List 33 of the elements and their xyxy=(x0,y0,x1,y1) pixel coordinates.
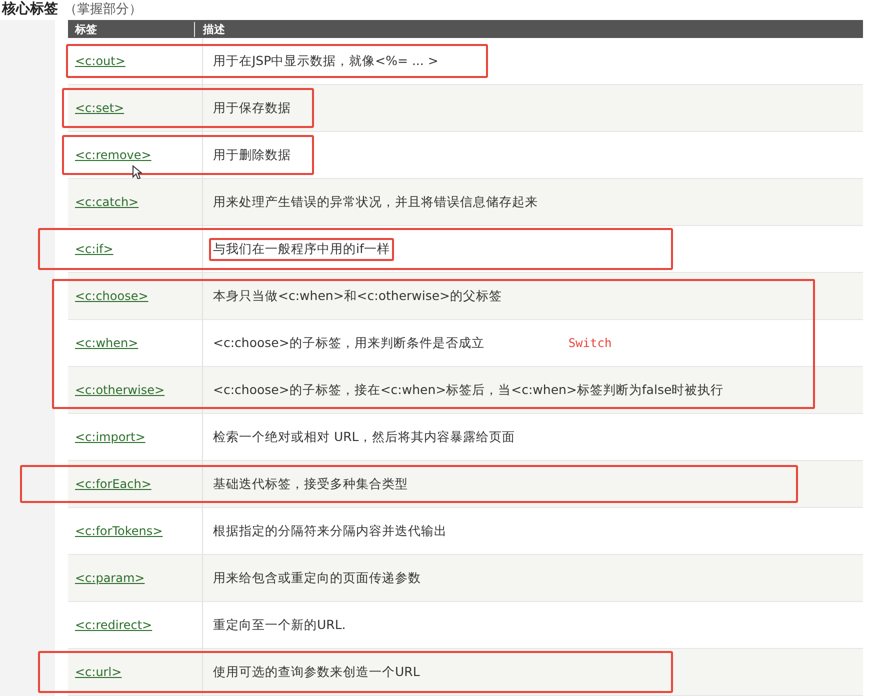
tag-link[interactable]: <c:set> xyxy=(75,101,124,115)
description-text: 根据指定的分隔符来分隔内容并迭代输出 xyxy=(212,522,448,540)
section-subtitle: （掌握部分） xyxy=(64,1,142,18)
handwritten-note: Switch xyxy=(568,336,612,350)
tag-link[interactable]: <c:url> xyxy=(75,665,122,679)
description-text: 用来处理产生错误的异常状况，并且将错误信息储存起来 xyxy=(212,192,539,210)
description-text: 用于在JSP中显示数据，就像<%= ... > xyxy=(212,52,440,70)
tag-link[interactable]: <c:when> xyxy=(75,336,138,350)
description-text: 用于删除数据 xyxy=(212,146,292,164)
description-text: 基础迭代标签，接受多种集合类型 xyxy=(212,474,409,492)
description-text: 用来给包含或重定向的页面传递参数 xyxy=(212,568,422,586)
description-text: 本身只当做<c:when>和<c:otherwise>的父标签 xyxy=(212,286,504,304)
section-heading: 核心标签 xyxy=(2,0,58,18)
tag-link[interactable]: <c:remove> xyxy=(75,148,152,162)
tag-link[interactable]: <c:choose> xyxy=(75,289,148,303)
description-text: 重定向至一个新的URL. xyxy=(212,616,347,634)
column-header: 描述 xyxy=(202,22,225,36)
column-header: 标签 xyxy=(68,22,195,36)
tag-link[interactable]: <c:forTokens> xyxy=(75,524,163,538)
tag-link[interactable]: <c:param> xyxy=(75,571,145,585)
description-text: <c:choose>的子标签，接在<c:when>标签后，当<c:when>标签判断为false时被执行 xyxy=(212,380,725,398)
tag-link[interactable]: <c:out> xyxy=(75,54,126,68)
tag-link[interactable]: <c:if> xyxy=(75,242,114,256)
tag-link[interactable]: <c:import> xyxy=(75,430,146,444)
description-text: 使用可选的查询参数来创造一个URL xyxy=(212,662,421,680)
tag-link[interactable]: <c:catch> xyxy=(75,195,139,209)
description-text: 检索一个绝对或相对 URL，然后将其内容暴露给页面 xyxy=(212,428,516,446)
tag-link[interactable]: <c:otherwise> xyxy=(75,383,165,397)
description-text: <c:choose>的子标签，用来判断条件是否成立 xyxy=(212,334,486,352)
description-text: 与我们在一般程序中用的if一样 xyxy=(209,238,394,260)
tag-link[interactable]: <c:forEach> xyxy=(75,477,152,491)
description-text: 用于保存数据 xyxy=(212,98,292,116)
tag-link[interactable]: <c:redirect> xyxy=(75,618,152,632)
